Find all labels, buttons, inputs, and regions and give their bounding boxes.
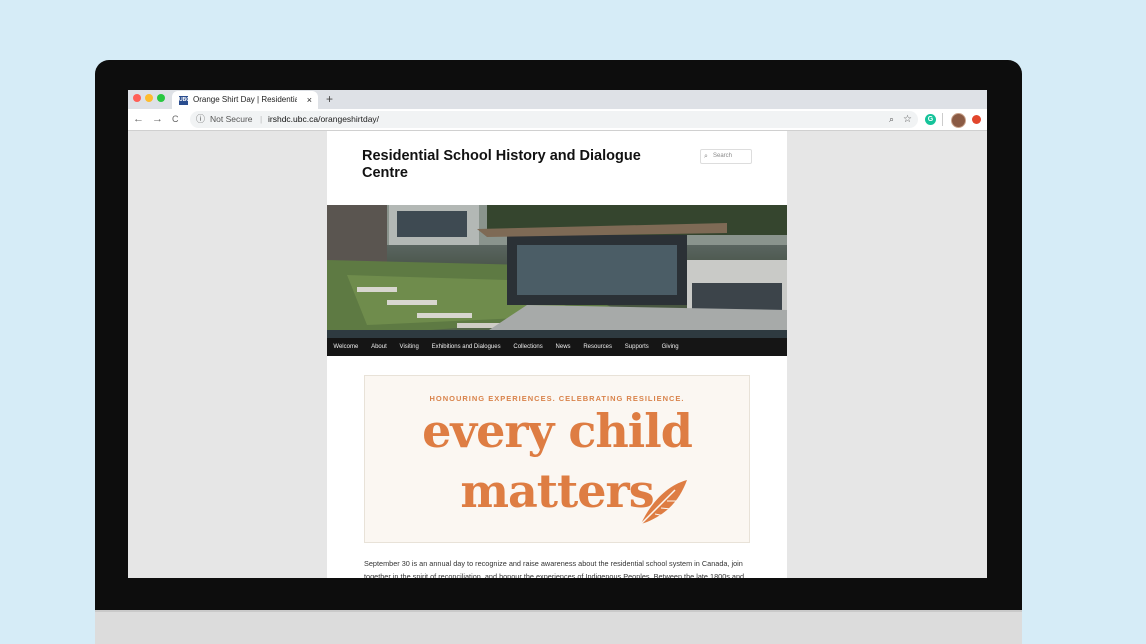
web-page: Residential School History and Dialogue … bbox=[327, 131, 787, 578]
tab-close-icon[interactable]: × bbox=[307, 91, 312, 109]
banner-headline-line1: every child bbox=[422, 404, 693, 458]
search-input[interactable]: ⌕ Search bbox=[700, 149, 752, 164]
minimize-window-button[interactable] bbox=[145, 94, 153, 102]
url-host: irshdc.ubc.ca bbox=[268, 114, 319, 124]
security-label: Not Secure bbox=[210, 114, 253, 124]
building-photo bbox=[327, 205, 787, 338]
extension-icon[interactable] bbox=[972, 115, 981, 124]
nav-item-welcome[interactable]: Welcome bbox=[327, 344, 365, 350]
zoom-icon[interactable]: ⌕ bbox=[889, 111, 894, 128]
nav-item-about[interactable]: About bbox=[365, 344, 393, 350]
feather-icon bbox=[638, 480, 687, 527]
search-icon: ⌕ bbox=[704, 153, 708, 160]
tab-bar: UBC Orange Shirt Day | Residential S × + bbox=[128, 90, 987, 109]
profile-avatar[interactable] bbox=[951, 113, 966, 128]
browser-toolbar: ← → C ⓘ Not Secure | irshdc.ubc.ca/orang… bbox=[128, 109, 987, 131]
url-path: /orangeshirtday/ bbox=[318, 114, 380, 124]
main-nav: Welcome About Visiting Exhibitions and D… bbox=[327, 338, 787, 356]
forward-button[interactable]: → bbox=[152, 109, 163, 130]
nav-item-giving[interactable]: Giving bbox=[655, 344, 685, 350]
address-bar[interactable]: ⓘ Not Secure | irshdc.ubc.ca/orangeshirt… bbox=[190, 111, 918, 128]
nav-item-collections[interactable]: Collections bbox=[507, 344, 549, 350]
bookmark-star-icon[interactable]: ☆ bbox=[903, 111, 912, 128]
reload-button[interactable]: C bbox=[172, 109, 179, 130]
url-text[interactable]: irshdc.ubc.ca/orangeshirtday/ bbox=[268, 111, 379, 128]
nav-item-visiting[interactable]: Visiting bbox=[393, 344, 425, 350]
maximize-window-button[interactable] bbox=[157, 94, 165, 102]
search-placeholder: Search bbox=[713, 153, 733, 159]
new-tab-button[interactable]: + bbox=[326, 90, 333, 108]
site-title[interactable]: Residential School History and Dialogue … bbox=[362, 148, 662, 182]
monitor-stand bbox=[95, 610, 1022, 644]
nav-item-exhibitions[interactable]: Exhibitions and Dialogues bbox=[425, 344, 507, 350]
ubc-favicon-icon: UBC bbox=[179, 96, 190, 105]
intro-paragraph: September 30 is an annual day to recogni… bbox=[364, 559, 745, 578]
grammarly-extension-icon[interactable]: G bbox=[925, 114, 936, 125]
nav-item-resources[interactable]: Resources bbox=[577, 344, 618, 350]
banner-headline-line2: matters bbox=[460, 464, 654, 518]
every-child-matters-banner: HONOURING EXPERIENCES. CELEBRATING RESIL… bbox=[364, 375, 750, 543]
nav-item-news[interactable]: News bbox=[549, 344, 577, 350]
nav-item-supports[interactable]: Supports bbox=[618, 344, 655, 350]
tab-title: Orange Shirt Day | Residential S bbox=[193, 95, 297, 104]
back-button[interactable]: ← bbox=[133, 109, 144, 130]
omnibox-divider: | bbox=[260, 114, 263, 124]
toolbar-divider bbox=[942, 113, 943, 126]
info-icon[interactable]: ⓘ bbox=[196, 111, 205, 128]
hero-image bbox=[327, 205, 787, 338]
tab-orange-shirt-day[interactable]: UBC Orange Shirt Day | Residential S × bbox=[172, 91, 318, 109]
browser-window: UBC Orange Shirt Day | Residential S × +… bbox=[128, 90, 987, 578]
close-window-button[interactable] bbox=[133, 94, 141, 102]
banner-kicker: HONOURING EXPERIENCES. CELEBRATING RESIL… bbox=[429, 394, 685, 403]
